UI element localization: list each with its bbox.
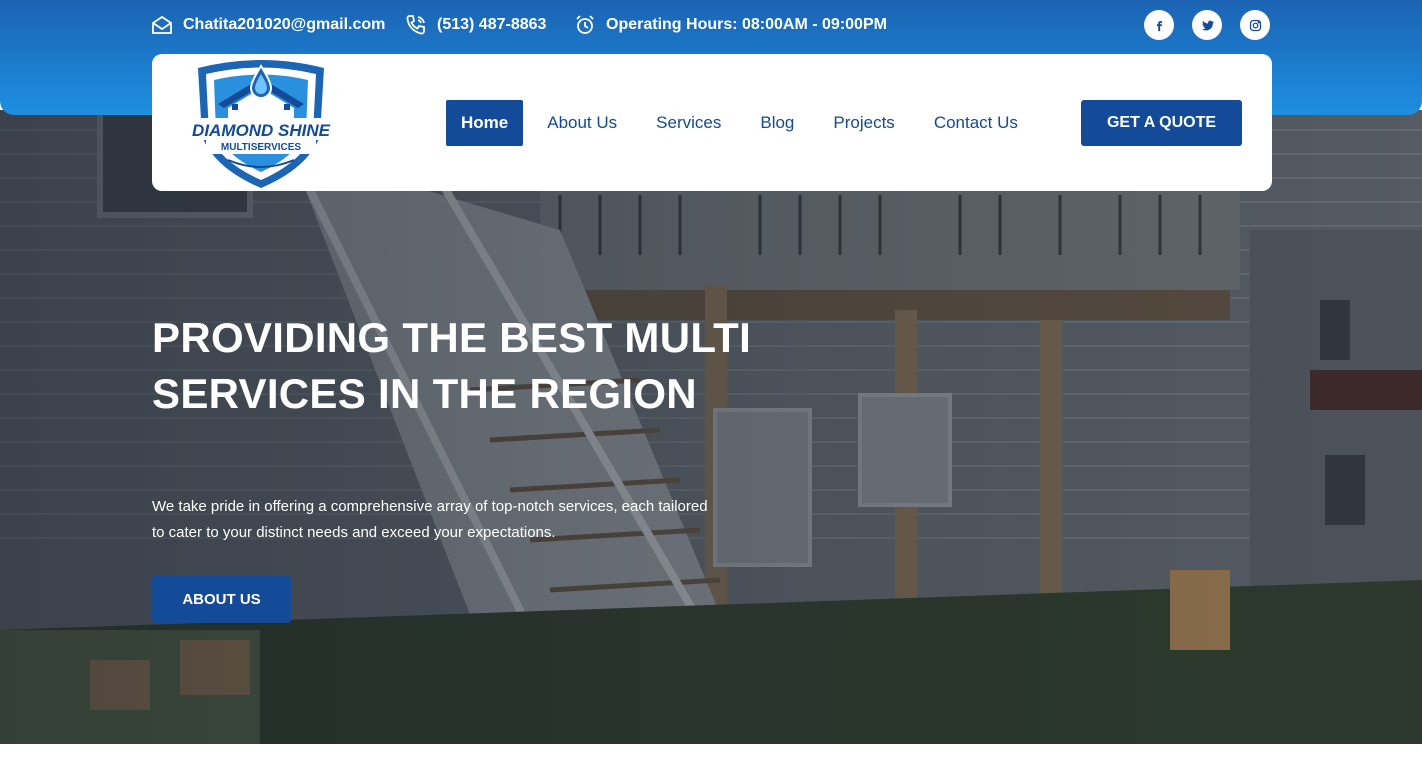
phone-icon: [406, 15, 425, 35]
twitter-link[interactable]: [1192, 10, 1222, 40]
envelope-icon: [152, 15, 172, 34]
logo-line2: MULTISERVICES: [221, 142, 302, 153]
diamond-shine-logo: DIAMOND SHINE MULTISERVICES: [188, 60, 334, 188]
nav-projects[interactable]: Projects: [818, 100, 909, 146]
phone-contact[interactable]: (513) 487-8863: [404, 13, 546, 37]
operating-hours: Operating Hours: 08:00AM - 09:00PM: [573, 13, 887, 37]
main-header: DIAMOND SHINE MULTISERVICES Home About U…: [152, 54, 1272, 191]
instagram-icon: [1249, 19, 1261, 31]
site-logo[interactable]: DIAMOND SHINE MULTISERVICES: [188, 56, 334, 190]
hero-description: We take pride in offering a comprehensiv…: [152, 498, 708, 541]
twitter-icon: [1201, 20, 1214, 30]
nav-blog[interactable]: Blog: [745, 100, 809, 146]
email-contact[interactable]: Chatita201020@gmail.com: [150, 13, 385, 37]
facebook-icon: [1156, 20, 1162, 31]
alarm-clock-icon: [576, 15, 594, 34]
get-a-quote-button[interactable]: GET A QUOTE: [1081, 100, 1242, 146]
nav-about-us[interactable]: About Us: [532, 100, 632, 146]
main-nav: Home About Us Services Blog Projects Con…: [446, 100, 1042, 146]
hero-title: PROVIDING THE BEST MULTI SERVICES IN THE…: [152, 314, 752, 417]
facebook-link[interactable]: [1144, 10, 1174, 40]
nav-home[interactable]: Home: [446, 100, 524, 146]
about-us-button[interactable]: ABOUT US: [152, 576, 291, 623]
instagram-link[interactable]: [1240, 10, 1270, 40]
hero-overlay: [0, 110, 1422, 744]
nav-services[interactable]: Services: [641, 100, 736, 146]
logo-line1: DIAMOND SHINE: [192, 121, 331, 140]
email-text: Chatita201020@gmail.com: [183, 16, 386, 33]
phone-text: (513) 487-8863: [437, 16, 547, 33]
hero-section: PROVIDING THE BEST MULTI SERVICES IN THE…: [0, 110, 1422, 744]
nav-contact-us[interactable]: Contact Us: [919, 100, 1033, 146]
hours-text: Operating Hours: 08:00AM - 09:00PM: [606, 16, 887, 33]
